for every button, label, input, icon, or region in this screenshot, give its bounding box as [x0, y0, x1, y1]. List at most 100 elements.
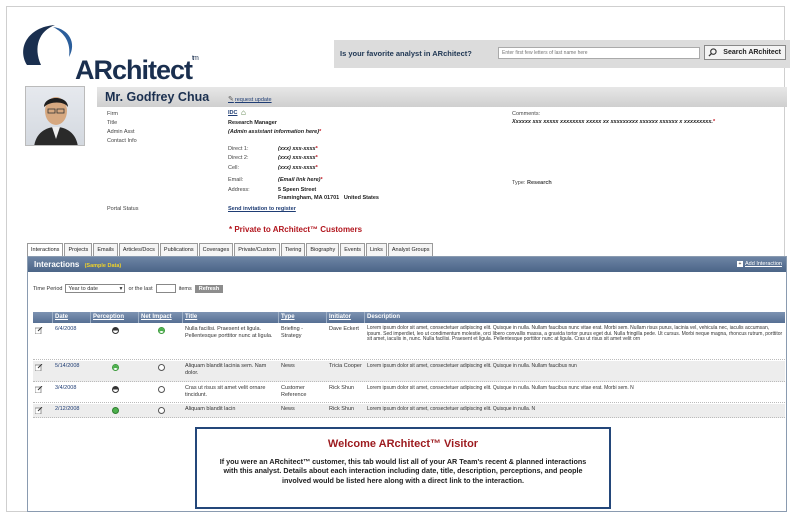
title-value: Research Manager [228, 120, 277, 126]
col-description: Description [367, 314, 401, 320]
edit-interaction-icon[interactable] [33, 404, 53, 417]
tab-analyst-groups[interactable]: Analyst Groups [387, 243, 434, 256]
page-frame: ARchitecttm Is your favorite analyst in … [6, 6, 790, 512]
perception-half-icon [91, 324, 139, 359]
row-description: Lorem ipsum dolor sit amet, consectetuer… [367, 385, 634, 391]
edit-interaction-icon[interactable] [33, 383, 53, 402]
row-initiator: Tricia Cooper [329, 363, 362, 369]
items-label: items [178, 285, 192, 292]
tab-interactions[interactable]: Interactions [27, 243, 64, 256]
search-bar: Is your favorite analyst in ARchitect? S… [334, 40, 790, 68]
row-type: Customer Reference [281, 385, 307, 398]
analyst-name: Mr. Godfrey Chua [105, 90, 210, 104]
tab-coverages[interactable]: Coverages [198, 243, 234, 256]
admin-label: Admin Asst [107, 129, 135, 135]
direct1-label: Direct 1: [228, 146, 249, 152]
firm-label: Firm [107, 111, 118, 117]
row-initiator: Rick Shun [329, 406, 355, 412]
edit-interaction-icon[interactable] [33, 361, 53, 381]
address-line2: Framingham, MA 01701 United States [278, 195, 379, 201]
row-description: Lorem ipsum dolor sit amet, consectetuer… [367, 325, 783, 343]
row-date[interactable]: 6/4/2008 [53, 324, 91, 359]
firm-value[interactable]: IDC [228, 110, 237, 116]
net-impact-neutral-icon [139, 383, 183, 402]
comments-label: Comments: [512, 111, 541, 117]
row-date[interactable]: 2/12/2008 [53, 404, 91, 417]
panel-title: Interactions [34, 260, 80, 269]
analyst-photo [25, 86, 85, 146]
col-initiator[interactable]: Initiator [327, 312, 365, 323]
panel-header: Interactions (Sample Data) + Add Interact… [28, 257, 786, 272]
tab-publications[interactable]: Publications [159, 243, 198, 256]
net-impact-neutral-icon [139, 361, 183, 381]
direct1-value: (xxx) xxx-xxxx* [278, 146, 318, 152]
row-type: Briefing - Strategy [281, 326, 304, 339]
row-title[interactable]: Cras ut risus sit amet velit ornare tinc… [183, 383, 279, 402]
cell-label: Cell: [228, 165, 240, 171]
add-interaction-link[interactable]: + Add Interaction [737, 257, 782, 272]
time-period-label: Time Period [33, 285, 63, 292]
time-period-select[interactable]: Year to date ▼ [65, 284, 126, 293]
sample-data-badge: (Sample Data) [84, 263, 122, 269]
portal-status-label: Portal Status [107, 206, 139, 212]
col-date[interactable]: Date [53, 312, 91, 323]
email-value[interactable]: (Email link here)* [278, 177, 323, 183]
tab-tiering[interactable]: Tiering [280, 243, 306, 256]
direct2-label: Direct 2: [228, 155, 249, 161]
col-perception[interactable]: Perception [91, 312, 139, 323]
row-title[interactable]: Aliquam blandit lacin [183, 404, 279, 417]
time-period-filter: Time Period Year to date ▼ or the last it… [33, 284, 224, 293]
tab-projects[interactable]: Projects [64, 243, 93, 256]
address-label: Address: [228, 187, 250, 193]
refresh-button[interactable]: Refresh [194, 284, 224, 293]
col-edit [33, 312, 53, 323]
search-button[interactable]: Search ARchitect [704, 45, 786, 60]
address-line1: 5 Speen Street [278, 187, 317, 193]
private-note: * Private to ARchitect™ Customers [229, 225, 363, 234]
col-type[interactable]: Type [279, 312, 327, 323]
name-bar: Mr. Godfrey Chua ✎request update [97, 87, 787, 107]
tab-emails[interactable]: Emails [93, 243, 118, 256]
last-items-input[interactable] [155, 284, 176, 293]
tab-private-custom[interactable]: Private/Custom [234, 243, 280, 256]
table-row[interactable]: 3/4/2008 Cras ut risus sit amet velit or… [33, 383, 785, 403]
table-row[interactable]: 5/14/2008 Aliquam blandit lacinia sem. N… [33, 361, 785, 382]
table-header: Date Perception Net Impact Title Type In… [33, 312, 785, 323]
net-impact-positive-icon [139, 324, 183, 359]
send-invitation-link[interactable]: Send invitation to register [228, 206, 296, 212]
tab-events[interactable]: Events [340, 243, 366, 256]
perception-half-icon [91, 383, 139, 402]
logo[interactable]: ARchitecttm [17, 21, 199, 85]
search-input[interactable] [498, 47, 700, 59]
comments-value: Xxxxxx xxx xxxxx xxxxxxxx xxxxx xx xxxxx… [512, 119, 716, 125]
logo-text: ARchitecttm [75, 55, 199, 85]
search-icon [708, 48, 717, 62]
table-row[interactable]: 6/4/2008 Nulla facilisi. Praesent et lig… [33, 324, 785, 360]
home-icon[interactable]: ⌂ [241, 108, 246, 117]
request-update-link[interactable]: ✎request update [228, 95, 272, 103]
perception-positive-full-icon [91, 404, 139, 417]
table-row[interactable]: 2/12/2008 Aliquam blandit lacin News Ric… [33, 404, 785, 418]
search-button-label: Search ARchitect [723, 49, 781, 56]
title-label: Title [107, 120, 118, 126]
col-title[interactable]: Title [183, 312, 279, 323]
col-net-impact[interactable]: Net Impact [139, 312, 183, 323]
or-the-last-label: or the last [128, 285, 153, 292]
net-impact-neutral-icon [139, 404, 183, 417]
tab-articles-docs[interactable]: Articles/Docs [118, 243, 159, 256]
row-title[interactable]: Aliquam blandit lacinia sem. Nam dolor. [183, 361, 279, 381]
row-date[interactable]: 3/4/2008 [53, 383, 91, 402]
tab-bar: Interactions Projects Emails Articles/Do… [27, 243, 434, 256]
row-title[interactable]: Nulla facilisi. Praesent et ligula. Pell… [183, 324, 279, 359]
edit-interaction-icon[interactable] [33, 324, 53, 359]
logo-swoosh-icon [23, 25, 73, 65]
row-date[interactable]: 5/14/2008 [53, 361, 91, 381]
cell-value: (xxx) xxx-xxxx* [278, 165, 318, 171]
perception-positive-icon [91, 361, 139, 381]
type-field: Type: Research [512, 180, 552, 186]
tab-links[interactable]: Links [366, 243, 387, 256]
welcome-visitor-box: Welcome ARchitect™ Visitor If you were a… [195, 427, 611, 509]
tab-biography[interactable]: Biography [306, 243, 340, 256]
row-initiator: Dave Eckert [329, 326, 359, 332]
add-icon: + [737, 261, 743, 267]
